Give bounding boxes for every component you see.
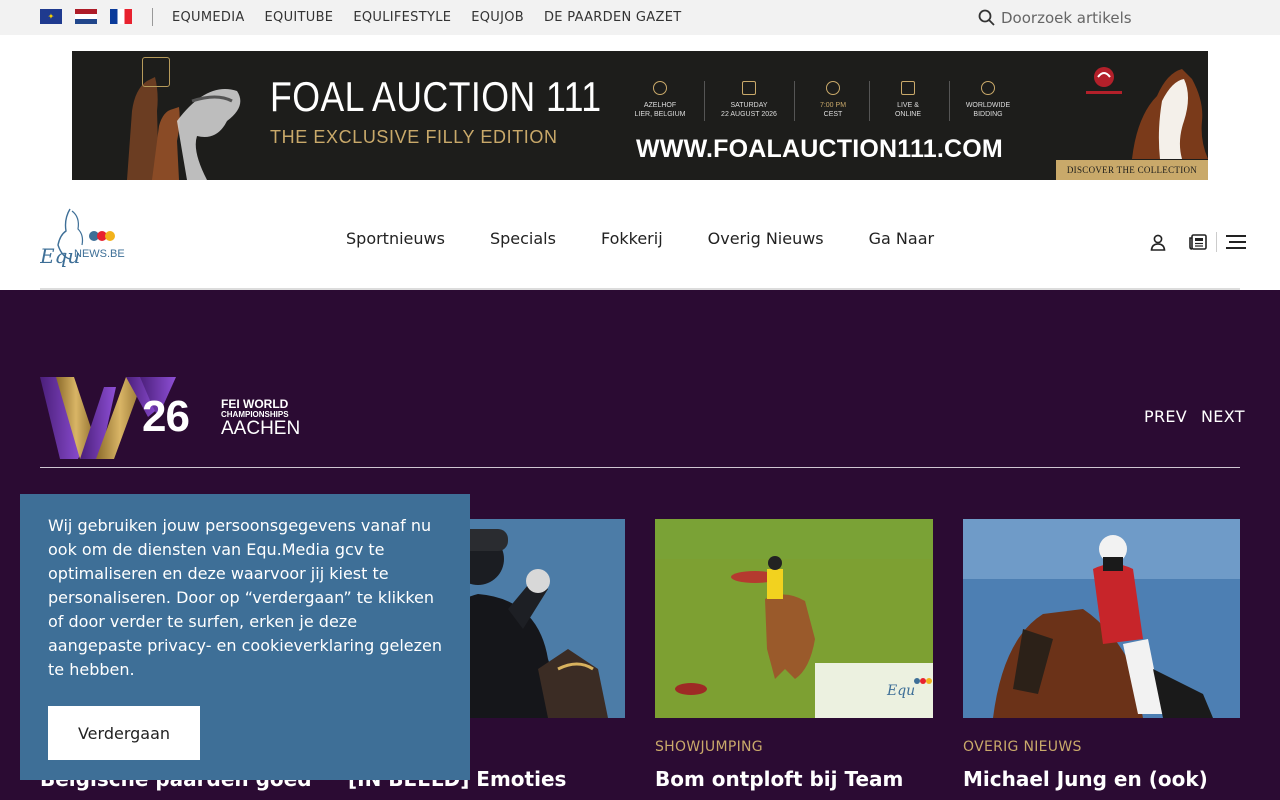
top-bar: ✦ EQUMEDIA EQUITUBE EQULIFESTYLE EQUJOB … [0,0,1280,35]
monitor-icon [901,81,915,95]
nav-ga-naar[interactable]: Ga Naar [869,229,934,248]
user-icon[interactable] [1148,232,1168,252]
wc-year: 26 [142,392,190,441]
globe-icon [981,81,995,95]
link-equmedia[interactable]: EQUMEDIA [172,10,245,25]
prev-button[interactable]: PREV [1144,407,1187,426]
link-de-paarden-gazet[interactable]: DE PAARDEN GAZET [544,10,681,25]
info-time: 7:00 PM CEST [797,81,869,119]
search-icon[interactable] [978,9,995,26]
card-category[interactable]: OVERIG NIEUWS [963,739,1082,755]
nav-fokkerij[interactable]: Fokkerij [601,229,663,248]
carousel-pager: PREV NEXT [1144,407,1245,426]
card-title[interactable]: Michael Jung en (ook) [963,766,1241,792]
ttv-logo [1086,67,1122,94]
link-equitube[interactable]: EQUITUBE [265,10,334,25]
card-image[interactable]: Equ [655,519,933,718]
stud-logo [142,57,170,87]
wc-city-text: AACHEN [221,418,301,439]
main-nav: Sportnieuws Specials Fokkerij Overig Nie… [346,229,934,248]
info-date: SATURDAY 22 AUGUST 2026 [713,81,785,119]
calendar-icon [742,81,756,95]
network-links: EQUMEDIA EQUITUBE EQULIFESTYLE EQUJOB DE… [172,0,681,35]
location-icon [653,81,667,95]
info-live: LIVE & ONLINE [872,81,944,119]
discover-collection-button[interactable]: DISCOVER THE COLLECTION [1056,160,1208,180]
pinto-horse-image [1132,69,1208,159]
foal-auction-banner[interactable]: FOAL AUCTION 111 THE EXCLUSIVE FILLY EDI… [72,51,1208,180]
banner-subtitle: THE EXCLUSIVE FILLY EDITION [270,127,558,147]
clock-icon [826,81,840,95]
cookie-notice: Wij gebruiken jouw persoonsgegevens vana… [20,494,470,780]
next-button[interactable]: NEXT [1201,407,1245,426]
svg-text:Equ: Equ [886,683,915,699]
continue-button[interactable]: Verdergaan [48,706,200,760]
nl-flag-icon[interactable] [75,9,97,24]
link-equlifestyle[interactable]: EQULIFESTYLE [353,10,451,25]
info-location: AZELHOF LIER, BELGIUM [624,81,696,119]
card-image[interactable] [963,519,1240,718]
svg-text:NEWS.BE: NEWS.BE [74,248,125,260]
divider [1216,232,1217,252]
fr-flag-icon[interactable] [110,9,132,24]
wc-fei-text: FEI WORLD [221,397,289,411]
search-box [978,0,1201,35]
eu-flag-icon[interactable]: ✦ [40,9,62,24]
cookie-text: Wij gebruiken jouw persoonsgegevens vana… [48,516,443,679]
nav-overig-nieuws[interactable]: Overig Nieuws [708,229,824,248]
menu-icon[interactable] [1225,232,1247,252]
banner-title: FOAL AUCTION 111 [270,73,602,120]
horses-image [127,77,241,180]
newspaper-icon[interactable] [1188,232,1208,252]
card-title[interactable]: Bom ontploft bij Team [655,766,933,792]
header-icons [1148,232,1247,252]
nav-sportnieuws[interactable]: Sportnieuws [346,229,445,248]
equnews-logo[interactable]: Equ NEWS.BE [40,205,130,277]
divider [152,8,153,26]
info-bidding: WORLDWIDE BIDDING [952,81,1024,119]
section-divider [40,467,1240,468]
search-input[interactable] [1001,8,1201,27]
nav-specials[interactable]: Specials [490,229,556,248]
card-category[interactable]: SHOWJUMPING [655,739,763,755]
link-equjob[interactable]: EQUJOB [471,10,524,25]
banner-url: WWW.FOALAUCTION111.COM [636,135,1003,163]
